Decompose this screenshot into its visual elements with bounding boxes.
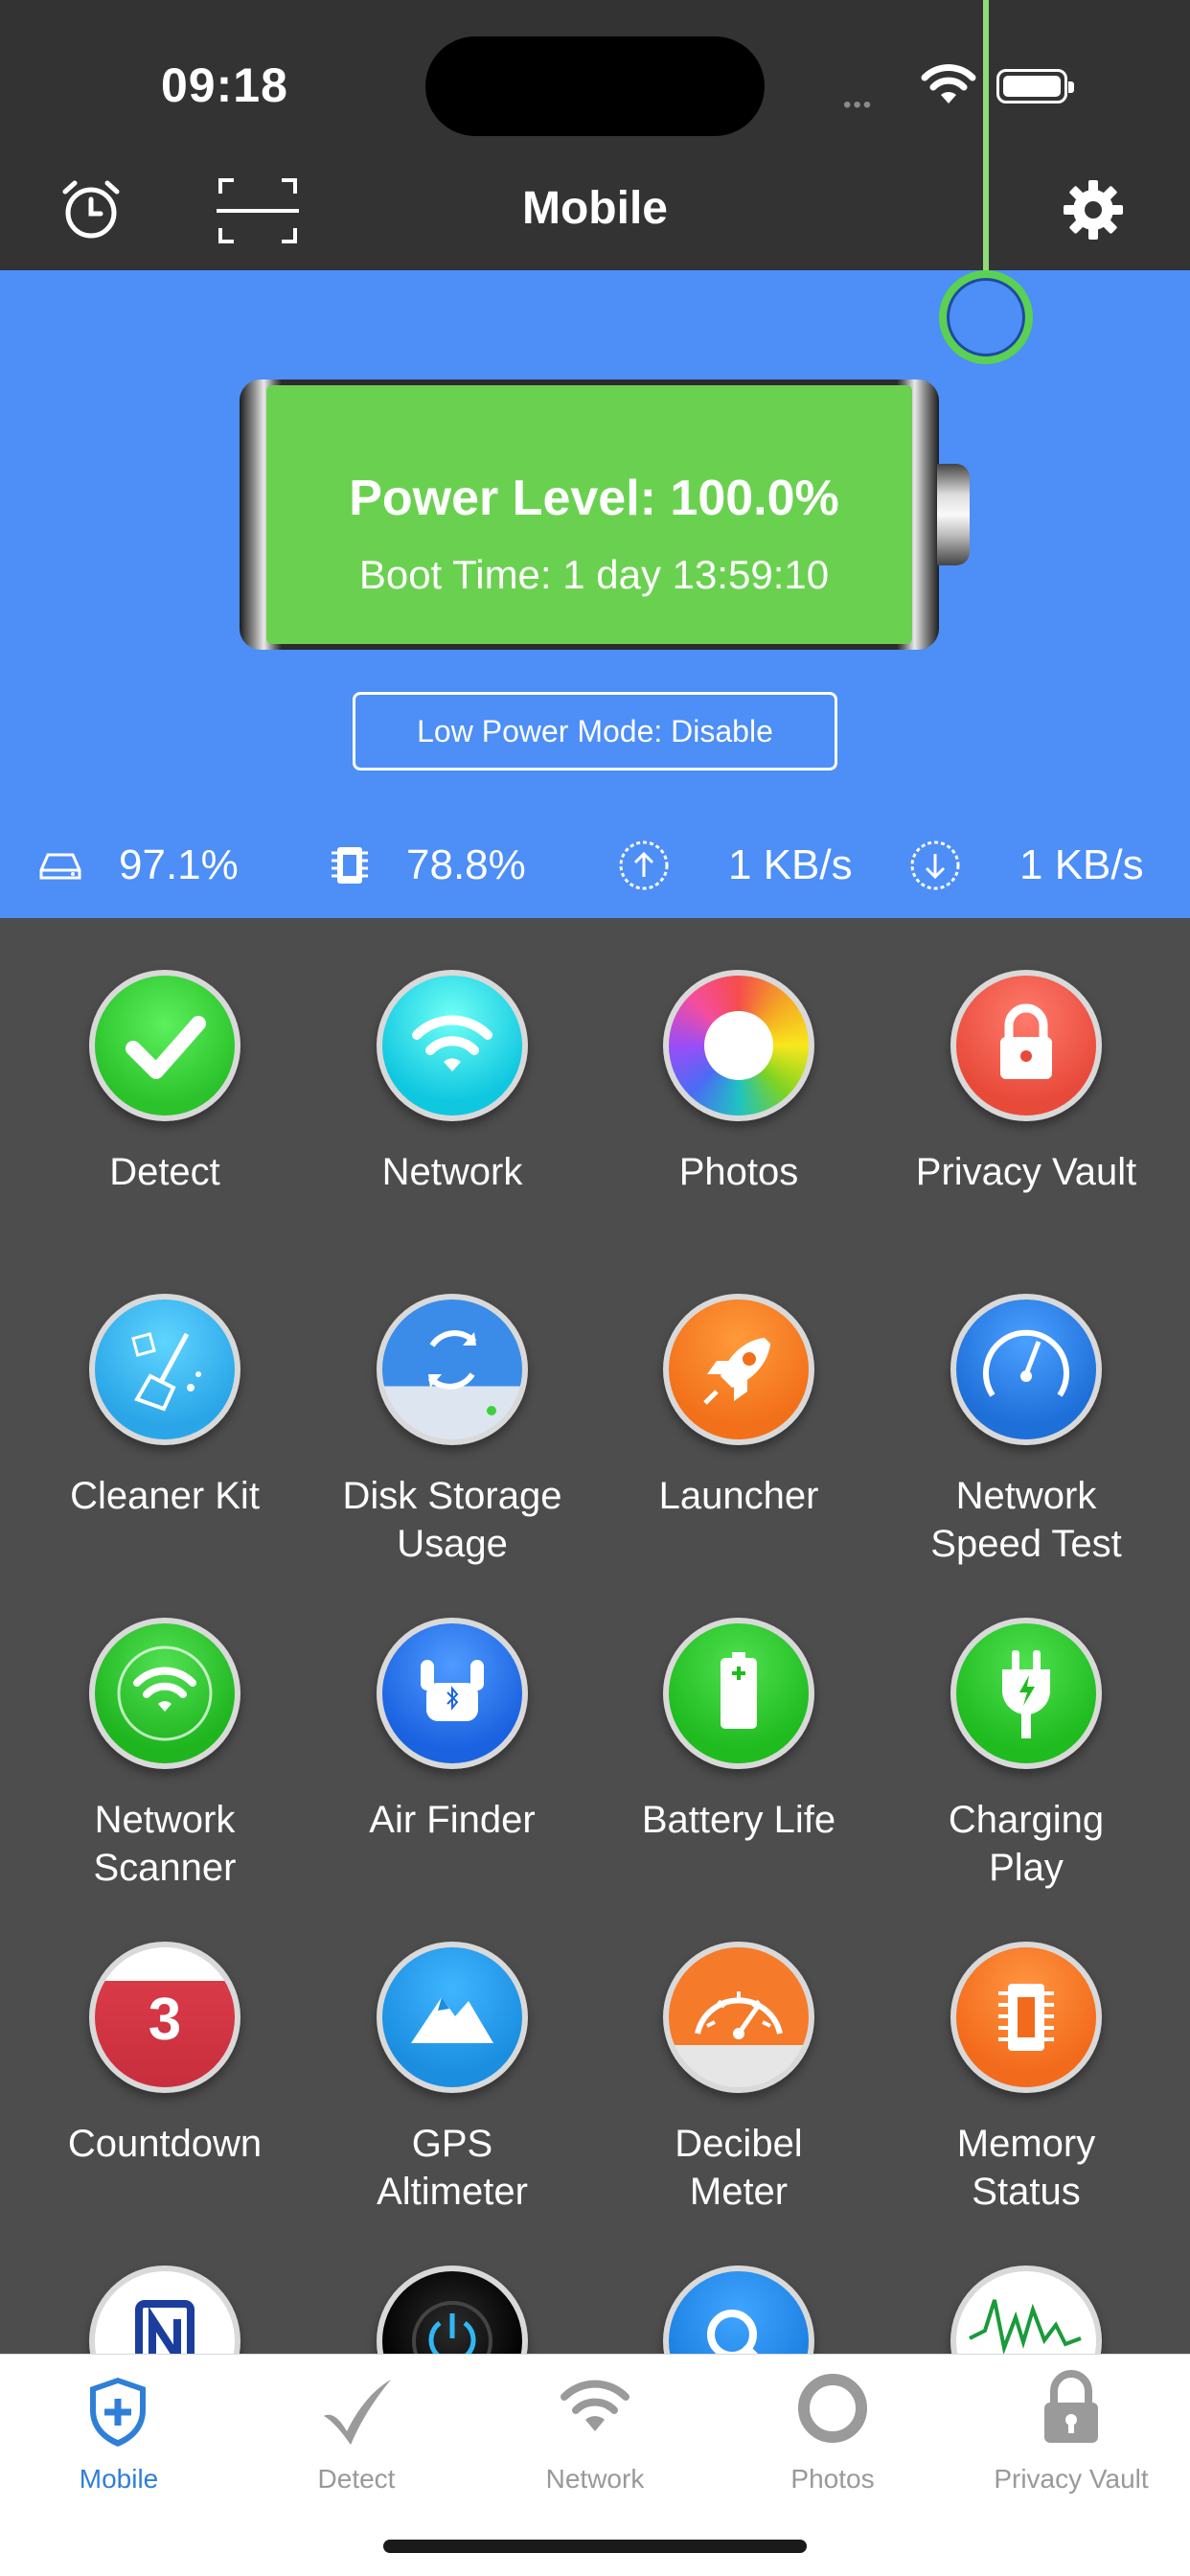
checkmark-icon bbox=[324, 2380, 391, 2445]
cleaner-kit-label: Cleaner Kit bbox=[70, 1475, 260, 1517]
tab-detect-label: Detect bbox=[317, 2464, 396, 2494]
charging-play-label: Charging Play bbox=[948, 1799, 1105, 1889]
network-speed-test-label: Network Speed Test bbox=[930, 1475, 1122, 1565]
pull-cord-ring[interactable] bbox=[939, 270, 1033, 364]
power-icon[interactable] bbox=[377, 2266, 528, 2356]
dynamic-island bbox=[425, 36, 765, 136]
disk-stat: 97.1% bbox=[36, 824, 239, 907]
launcher-label: Launcher bbox=[658, 1475, 819, 1517]
tab-privacy-vault-label: Privacy Vault bbox=[994, 2464, 1149, 2494]
countdown-icon[interactable]: 3 bbox=[89, 1942, 240, 2093]
tab-network-label: Network bbox=[545, 2464, 645, 2494]
privacy-vault-label: Privacy Vault bbox=[915, 1151, 1137, 1193]
download-arrow-icon bbox=[910, 840, 960, 890]
power-level-text: Power Level: 100.0% bbox=[349, 471, 839, 526]
wifi-icon bbox=[561, 2380, 629, 2431]
charging-play-icon[interactable] bbox=[950, 1618, 1102, 1769]
countdown-number: 3 bbox=[148, 1987, 182, 2053]
lock-icon bbox=[1044, 2370, 1098, 2443]
memory-stat: 78.8% bbox=[330, 824, 526, 907]
tab-mobile-label: Mobile bbox=[79, 2464, 159, 2494]
tools-grid: Detect Network Photos Privacy Vault Clea… bbox=[0, 918, 1190, 2356]
tab-privacy-vault[interactable]: Privacy Vault bbox=[952, 2355, 1190, 2527]
tab-photos-label: Photos bbox=[790, 2464, 875, 2494]
stats-row: 97.1% 78.8% 1 KB/s 1 KB/s bbox=[0, 824, 1190, 907]
tab-detect[interactable]: Detect bbox=[238, 2355, 475, 2527]
air-finder-label: Air Finder bbox=[369, 1799, 536, 1841]
battery-life-label: Battery Life bbox=[641, 1799, 836, 1841]
battery-life-icon[interactable] bbox=[663, 1618, 814, 1769]
battery-status-icon bbox=[996, 69, 1074, 104]
countdown-label: Countdown bbox=[67, 2123, 263, 2165]
photos-label: Photos bbox=[678, 1151, 799, 1193]
detect-icon[interactable] bbox=[89, 970, 240, 1121]
network-scanner-icon[interactable] bbox=[89, 1618, 240, 1769]
signal-graph-icon[interactable] bbox=[950, 2266, 1102, 2356]
disk-storage-usage-label: Disk Storage Usage bbox=[342, 1475, 562, 1565]
top-bar: 09:18 ••• Mobile bbox=[0, 0, 1190, 270]
download-speed-value: 1 KB/s bbox=[1019, 841, 1144, 888]
privacy-vault-icon[interactable] bbox=[950, 970, 1102, 1121]
status-time: 09:18 bbox=[161, 58, 288, 112]
memory-usage-value: 78.8% bbox=[406, 841, 526, 888]
memory-status-label: Memory Status bbox=[956, 2123, 1096, 2213]
disk-storage-usage-icon[interactable] bbox=[377, 1294, 528, 1445]
signal-icon: ••• bbox=[843, 92, 874, 118]
gear-icon[interactable] bbox=[1062, 178, 1125, 242]
detect-label: Detect bbox=[109, 1151, 220, 1193]
gps-altimeter-icon[interactable] bbox=[377, 1942, 528, 2093]
tab-network[interactable]: Network bbox=[476, 2355, 714, 2527]
upload-speed-value: 1 KB/s bbox=[728, 841, 853, 888]
home-indicator[interactable] bbox=[383, 2540, 807, 2553]
upload-stat: 1 KB/s bbox=[617, 824, 853, 907]
decibel-meter-label: Decibel Meter bbox=[675, 2123, 803, 2213]
boot-time-text: Boot Time: 1 day 13:59:10 bbox=[358, 552, 830, 597]
upload-arrow-icon bbox=[619, 840, 669, 890]
gps-altimeter-label: GPS Altimeter bbox=[377, 2123, 528, 2213]
download-stat: 1 KB/s bbox=[908, 824, 1144, 907]
wifi-icon bbox=[921, 64, 976, 104]
cleaner-kit-icon[interactable] bbox=[89, 1294, 240, 1445]
page-title: Mobile bbox=[522, 183, 668, 234]
memory-chip-icon bbox=[332, 847, 368, 884]
network-label: Network bbox=[381, 1151, 523, 1193]
tab-photos[interactable]: Photos bbox=[714, 2355, 951, 2527]
launcher-icon[interactable] bbox=[663, 1294, 814, 1445]
search-icon[interactable] bbox=[663, 2266, 814, 2356]
network-icon[interactable] bbox=[377, 970, 528, 1121]
network-speed-test-icon[interactable] bbox=[950, 1294, 1102, 1445]
pull-cord-line bbox=[983, 0, 989, 280]
photos-icon[interactable] bbox=[663, 970, 814, 1121]
photos-ring-icon bbox=[798, 2374, 867, 2443]
network-scanner-label: Network Scanner bbox=[93, 1799, 237, 1889]
disk-usage-value: 97.1% bbox=[119, 841, 239, 888]
disk-icon bbox=[39, 853, 81, 880]
nfc-icon[interactable] bbox=[89, 2266, 240, 2356]
decibel-meter-icon[interactable] bbox=[663, 1942, 814, 2093]
air-finder-icon[interactable] bbox=[377, 1618, 528, 1769]
tab-mobile[interactable]: Mobile bbox=[0, 2355, 238, 2527]
memory-status-icon[interactable] bbox=[950, 1942, 1102, 2093]
low-power-mode-button[interactable]: Low Power Mode: Disable bbox=[353, 692, 837, 770]
shield-plus-icon bbox=[90, 2378, 146, 2447]
